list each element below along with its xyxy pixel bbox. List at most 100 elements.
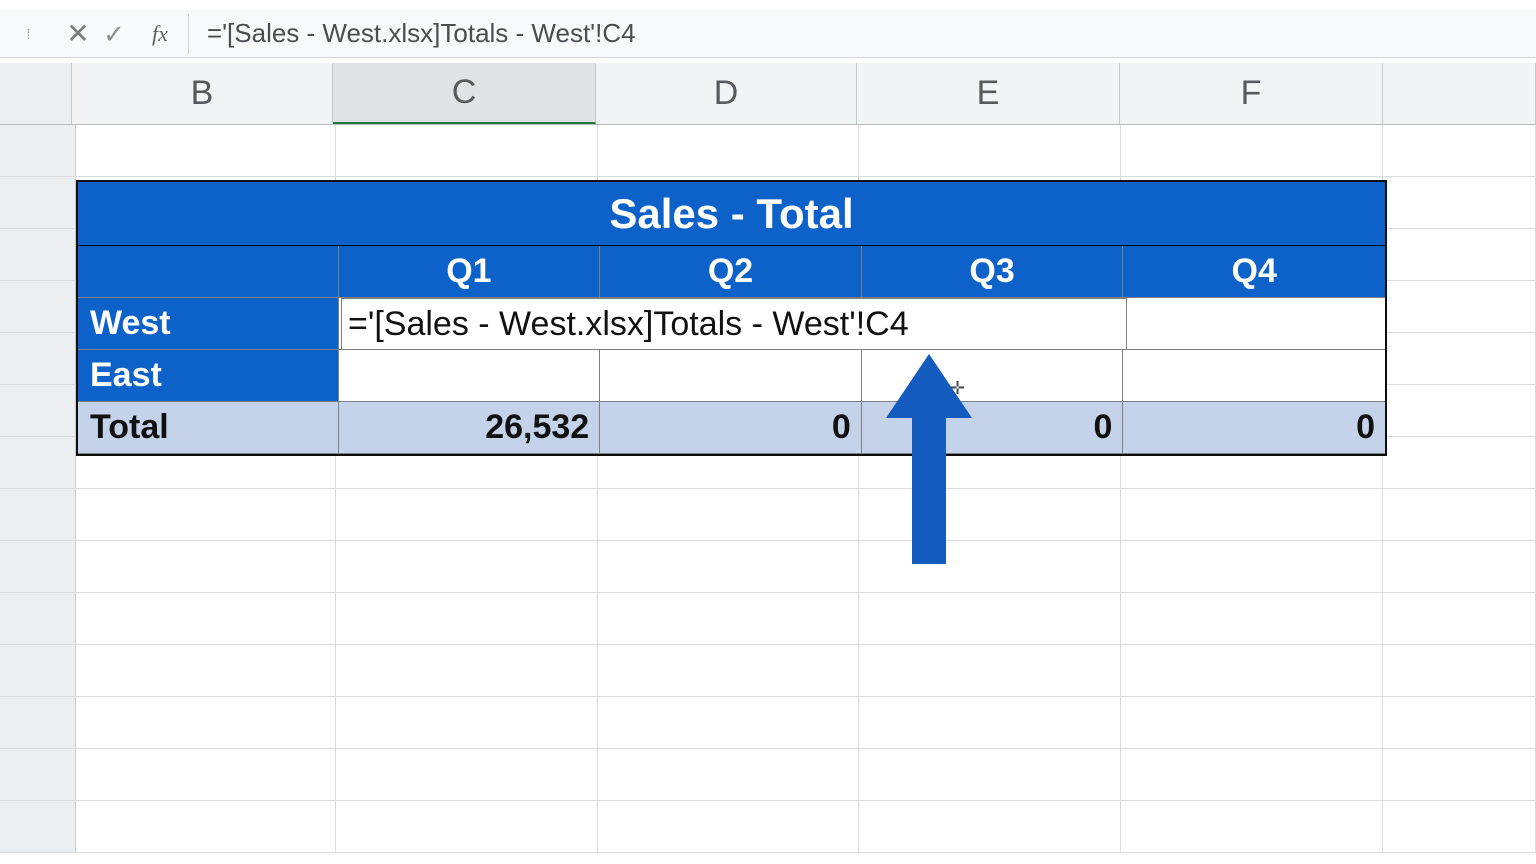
cell[interactable] [598,489,858,540]
row-header[interactable] [0,125,76,176]
active-cell-editor[interactable]: ='[Sales - West.xlsx]Totals - West'!C4 [341,298,1127,350]
cell[interactable] [76,125,336,176]
header-q4[interactable]: Q4 [1123,246,1385,297]
row-header[interactable] [0,645,76,696]
cell[interactable] [76,697,336,748]
cell[interactable] [76,645,336,696]
cell[interactable] [1121,645,1383,696]
cell[interactable] [1383,593,1536,644]
fx-icon[interactable]: fx [152,21,168,47]
row-header[interactable] [0,541,76,592]
cell[interactable] [1121,489,1383,540]
cell[interactable] [598,125,858,176]
cell[interactable] [336,489,598,540]
row-label-east[interactable]: East [78,350,339,401]
cell[interactable] [859,801,1121,852]
column-header-next[interactable] [1383,63,1536,124]
cell-west-q4[interactable] [1123,298,1385,349]
cell[interactable] [1383,645,1536,696]
column-header-B[interactable]: B [72,63,333,124]
cell[interactable] [1121,593,1383,644]
cell[interactable] [1121,697,1383,748]
cell[interactable] [76,593,336,644]
cell[interactable] [1121,749,1383,800]
cell[interactable] [1383,281,1536,332]
cell[interactable] [76,749,336,800]
cell[interactable] [598,801,858,852]
row-header[interactable] [0,385,76,436]
cell-east-q4[interactable] [1123,350,1385,401]
cell[interactable] [1121,541,1383,592]
cell[interactable] [1383,229,1536,280]
cell-total-q2[interactable]: 0 [600,402,862,453]
table-title: Sales - Total [78,182,1385,246]
cell[interactable] [336,541,598,592]
cell[interactable] [859,593,1121,644]
cell[interactable] [859,749,1121,800]
cell-total-q1[interactable]: 26,532 [339,402,601,453]
cell-east-q1[interactable] [339,350,601,401]
cell[interactable] [598,541,858,592]
cell[interactable] [598,697,858,748]
cell[interactable] [336,749,598,800]
cell-total-q4[interactable]: 0 [1123,402,1385,453]
cell[interactable] [1121,125,1383,176]
row-header[interactable] [0,281,76,332]
cell[interactable] [1383,437,1536,488]
confirm-formula-button[interactable]: ✓ [96,21,132,47]
column-header-C[interactable]: C [333,63,596,124]
cell[interactable] [598,593,858,644]
cell[interactable] [336,645,598,696]
cell[interactable] [336,697,598,748]
cell[interactable] [1383,489,1536,540]
row-label-total[interactable]: Total [78,402,339,453]
row-header[interactable] [0,489,76,540]
cell[interactable] [76,541,336,592]
table-row-total: Total 26,532 0 0 0 [78,402,1385,454]
column-header-E[interactable]: E [857,63,1120,124]
header-q1[interactable]: Q1 [339,246,601,297]
column-header-row: B C D E F [0,63,1536,125]
cell[interactable] [1383,801,1536,852]
formula-bar-grip-icon [18,16,40,52]
cell[interactable] [859,645,1121,696]
row-label-west[interactable]: West [78,298,339,349]
cell[interactable] [1383,125,1536,176]
cell[interactable] [598,645,858,696]
formula-input[interactable] [189,14,1536,54]
row-header[interactable] [0,333,76,384]
row-header[interactable] [0,437,76,488]
cell[interactable] [1383,333,1536,384]
sales-total-table: Sales - Total Q1 Q2 Q3 Q4 West East Tota… [76,180,1387,456]
table-row-east: East [78,350,1385,402]
row-header[interactable] [0,177,76,228]
cell[interactable] [76,489,336,540]
cell[interactable] [1383,385,1536,436]
row-header[interactable] [0,749,76,800]
cancel-formula-button[interactable]: ✕ [60,20,96,48]
header-q2[interactable]: Q2 [600,246,862,297]
active-cell-editor-text: ='[Sales - West.xlsx]Totals - West'!C4 [348,305,909,344]
cell[interactable] [1121,801,1383,852]
column-header-F[interactable]: F [1120,63,1383,124]
row-header[interactable] [0,593,76,644]
cell[interactable] [76,801,336,852]
cell[interactable] [336,593,598,644]
cell[interactable] [1383,697,1536,748]
row-header[interactable] [0,697,76,748]
cell[interactable] [336,125,598,176]
select-all-corner[interactable] [0,63,72,124]
cell[interactable] [1383,177,1536,228]
header-q3[interactable]: Q3 [862,246,1124,297]
table-corner-cell [78,246,339,297]
cell[interactable] [1383,749,1536,800]
row-header[interactable] [0,801,76,852]
row-header[interactable] [0,229,76,280]
cell[interactable] [859,697,1121,748]
cell-east-q2[interactable] [600,350,862,401]
cell[interactable] [1383,541,1536,592]
cell[interactable] [598,749,858,800]
cell[interactable] [859,125,1121,176]
column-header-D[interactable]: D [596,63,857,124]
cell[interactable] [336,801,598,852]
